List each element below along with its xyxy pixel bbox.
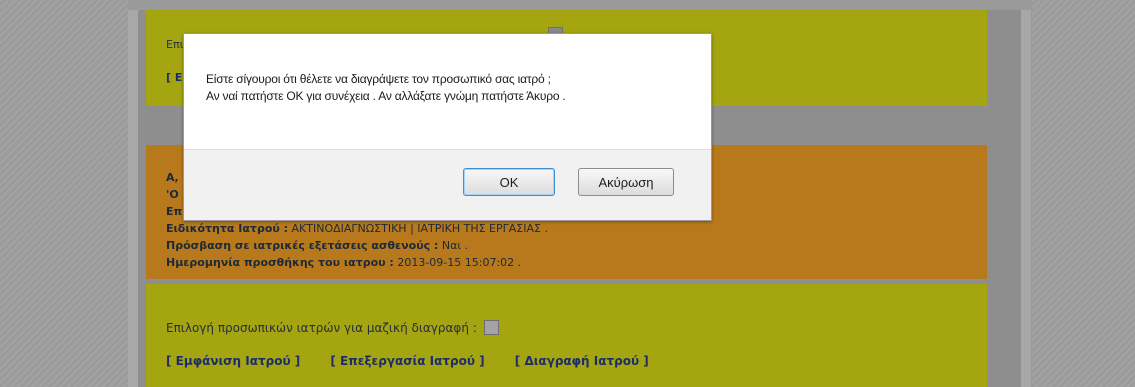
right-gutter-edge	[1021, 10, 1031, 387]
dialog-message: Είστε σίγουροι ότι θέλετε να διαγράψετε …	[206, 71, 566, 105]
access-value: Ναι .	[441, 239, 469, 252]
view-doctor-link[interactable]: [ Εμφάνιση Ιατρού ]	[166, 354, 300, 368]
dialog-footer: OK Ακύρωση	[184, 149, 711, 220]
edit-doctor-link[interactable]: [ Επεξεργασία Ιατρού ]	[330, 354, 484, 368]
bulk-delete-checkbox[interactable]	[483, 320, 499, 335]
top-selection-label: Επι	[166, 38, 184, 51]
doctor-access-row: Πρόσβαση σε ιατρικές εξετάσεις ασθενούς …	[166, 237, 548, 254]
dialog-message-line-2: Αν ναί πατήστε ΟΚ για συνέχεια . Αν αλλά…	[206, 89, 566, 103]
delete-doctor-link[interactable]: [ Διαγραφή Ιατρού ]	[515, 354, 649, 368]
bulk-delete-block: Επιλογή προσωπικών ιατρών για μαζική δια…	[146, 284, 987, 387]
right-gutter	[1032, 0, 1135, 387]
doctor-date-row: Ημερομηνία προσθήκης του ιατρου : 2013-0…	[166, 254, 548, 271]
left-gutter	[0, 0, 128, 387]
top-doctor-link[interactable]: [ Ε	[166, 71, 182, 84]
bulk-delete-row: Επιλογή προσωπικών ιατρών για μαζική δια…	[166, 320, 499, 335]
doctor-specialty-row: Ειδικότητα Ιατρού : ΑΚΤΙΝΟΔΙΑΓΝΩΣΤΙΚΗ | …	[166, 220, 548, 237]
date-label: Ημερομηνία προσθήκης του ιατρου :	[166, 256, 394, 269]
dialog-message-line-1: Είστε σίγουροι ότι θέλετε να διαγράψετε …	[206, 72, 551, 86]
ok-button[interactable]: OK	[463, 168, 555, 196]
access-label: Πρόσβαση σε ιατρικές εξετάσεις ασθενούς …	[166, 239, 439, 252]
left-gutter-edge	[128, 10, 138, 387]
date-value: 2013-09-15 15:07:02 .	[397, 256, 522, 269]
doctor-action-links: [ Εμφάνιση Ιατρού ] [ Επεξεργασία Ιατρού…	[166, 354, 675, 368]
specialty-label: Ειδικότητα Ιατρού :	[166, 222, 289, 235]
bulk-delete-label: Επιλογή προσωπικών ιατρών για μαζική δια…	[166, 320, 477, 335]
cancel-button[interactable]: Ακύρωση	[578, 168, 674, 196]
confirm-dialog: Είστε σίγουροι ότι θέλετε να διαγράψετε …	[183, 33, 712, 221]
specialty-value: ΑΚΤΙΝΟΔΙΑΓΝΩΣΤΙΚΗ | ΙΑΤΡΙΚΗ ΤΗΣ ΕΡΓΑΣΙΑΣ…	[291, 222, 548, 235]
